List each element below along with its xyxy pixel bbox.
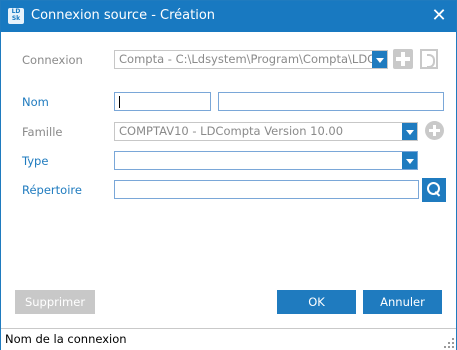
text-cursor <box>119 96 120 108</box>
close-button[interactable]: ✕ <box>427 5 451 27</box>
status-bar: Nom de la connexion <box>1 328 456 350</box>
nom-code-input[interactable] <box>114 92 211 111</box>
famille-dropdown[interactable]: COMPTAV10 - LDCompta Version 10.00 <box>114 122 418 141</box>
app-icon: LD Sk <box>8 8 24 24</box>
connexion-details-button[interactable] <box>420 49 438 69</box>
status-text: Nom de la connexion <box>5 332 127 346</box>
famille-label: Famille <box>22 125 63 139</box>
delete-button[interactable]: Supprimer <box>15 290 95 314</box>
connexion-dropdown[interactable]: Compta - C:\Ldsystem\Program\Compta\LDCP… <box>114 50 388 69</box>
browse-button[interactable] <box>422 178 446 202</box>
add-connexion-button[interactable] <box>393 49 413 69</box>
repertoire-label: Répertoire <box>22 183 82 197</box>
chevron-down-icon <box>402 123 417 140</box>
close-icon: ✕ <box>431 5 447 26</box>
ok-button[interactable]: OK <box>277 290 356 314</box>
chevron-down-icon <box>402 152 417 169</box>
dialog-window: LD Sk Connexion source - Création ✕ Conne… <box>0 0 457 350</box>
nom-label: Nom <box>22 95 49 109</box>
connexion-value: Compta - C:\Ldsystem\Program\Compta\LDCP… <box>119 52 388 66</box>
connexion-label: Connexion <box>22 53 83 67</box>
repertoire-input[interactable] <box>114 180 419 199</box>
type-dropdown[interactable] <box>114 151 418 170</box>
cancel-button[interactable]: Annuler <box>363 290 442 314</box>
window-title: Connexion source - Création <box>31 8 216 23</box>
chevron-down-icon <box>372 51 387 68</box>
famille-value: COMPTAV10 - LDCompta Version 10.00 <box>119 124 344 138</box>
type-label: Type <box>22 154 49 168</box>
nom-label-input[interactable] <box>218 92 444 111</box>
add-famille-button[interactable] <box>425 121 444 140</box>
resize-grip-icon[interactable] <box>444 338 454 348</box>
title-bar: LD Sk Connexion source - Création ✕ <box>1 1 456 32</box>
